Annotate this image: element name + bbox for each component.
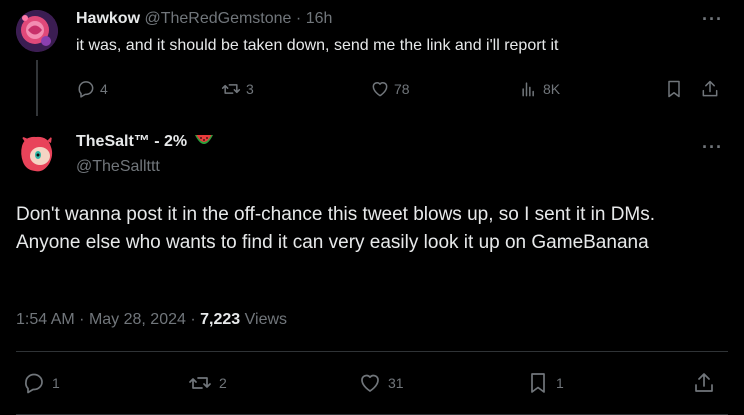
- main-display-name: TheSalt™ - 2%: [76, 133, 188, 150]
- more-icon: ···: [702, 9, 723, 29]
- main-reply-count: 1: [52, 375, 60, 391]
- main-reply-button[interactable]: 1: [22, 371, 60, 395]
- reply-reply-button[interactable]: 4: [76, 79, 108, 99]
- reply-text: it was, and it should be taken down, sen…: [76, 37, 559, 54]
- reply-icon: [78, 81, 94, 98]
- share-icon: [695, 373, 713, 392]
- meta-separator: ·: [79, 311, 85, 328]
- reply-like-count: 78: [394, 81, 410, 97]
- main-date[interactable]: May 28, 2024: [89, 311, 186, 328]
- bookmark-icon: [531, 373, 545, 393]
- repost-icon: [221, 84, 241, 94]
- reply-header: Hawkow @TheRedGemstone · 16h: [76, 10, 332, 28]
- main-share-button[interactable]: [692, 371, 716, 395]
- reply-tweet[interactable]: Hawkow @TheRedGemstone · 16h ··· it was,…: [0, 0, 744, 116]
- reply-like-button[interactable]: 78: [370, 79, 410, 99]
- reply-more-button[interactable]: ···: [702, 10, 723, 28]
- reply-icon: [25, 373, 43, 394]
- main-tweet-text: Don't wanna post it in the off-chance th…: [16, 204, 656, 253]
- main-views-count: 7,223: [200, 311, 241, 328]
- heart-icon: [372, 82, 388, 97]
- main-bookmark-count: 1: [556, 375, 564, 391]
- main-time[interactable]: 1:54 AM: [16, 311, 75, 328]
- main-like-button[interactable]: 31: [358, 371, 404, 395]
- meta-separator: ·: [190, 311, 196, 328]
- main-author: TheSalt™ - 2% @TheSallttt: [76, 133, 214, 176]
- main-bookmark-button[interactable]: 1: [526, 371, 564, 395]
- reply-display-name[interactable]: Hawkow: [76, 10, 140, 27]
- main-handle[interactable]: @TheSallttt: [76, 158, 214, 176]
- more-icon: ···: [702, 137, 723, 157]
- main-display-name-row[interactable]: TheSalt™ - 2%: [76, 133, 214, 151]
- main-meta: 1:54 AM · May 28, 2024 · 7,223 Views: [16, 311, 287, 329]
- main-more-button[interactable]: ···: [702, 138, 723, 156]
- divider-top: [16, 351, 728, 352]
- main-action-bar: 1 2 31 1: [16, 371, 728, 395]
- reply-views-count: 8K: [543, 81, 561, 97]
- bookmark-icon: [668, 80, 680, 98]
- reply-repost-count: 3: [246, 81, 254, 97]
- analytics-icon: [522, 82, 534, 97]
- reply-action-bar: 4 3 78 8K: [76, 79, 736, 101]
- reply-share-button[interactable]: [700, 79, 720, 99]
- hawkow-avatar[interactable]: [16, 10, 58, 52]
- reply-handle[interactable]: @TheRedGemstone: [144, 10, 291, 27]
- main-repost-count: 2: [219, 375, 227, 391]
- thesalt-avatar[interactable]: [16, 132, 58, 174]
- main-like-count: 31: [388, 375, 404, 391]
- reply-bookmark-button[interactable]: [664, 79, 684, 99]
- share-icon: [702, 80, 718, 97]
- reply-time[interactable]: 16h: [306, 10, 333, 27]
- reply-reply-count: 4: [100, 81, 108, 97]
- repost-icon: [189, 377, 211, 389]
- main-views-label: Views: [244, 311, 288, 328]
- main-repost-button[interactable]: 2: [187, 371, 227, 395]
- reply-views-button[interactable]: 8K: [519, 79, 560, 99]
- reply-repost-button[interactable]: 3: [220, 79, 254, 99]
- watermelon-icon: [194, 135, 213, 144]
- thread-line: [36, 60, 38, 116]
- heart-icon: [361, 374, 379, 392]
- reply-separator: ·: [295, 10, 302, 27]
